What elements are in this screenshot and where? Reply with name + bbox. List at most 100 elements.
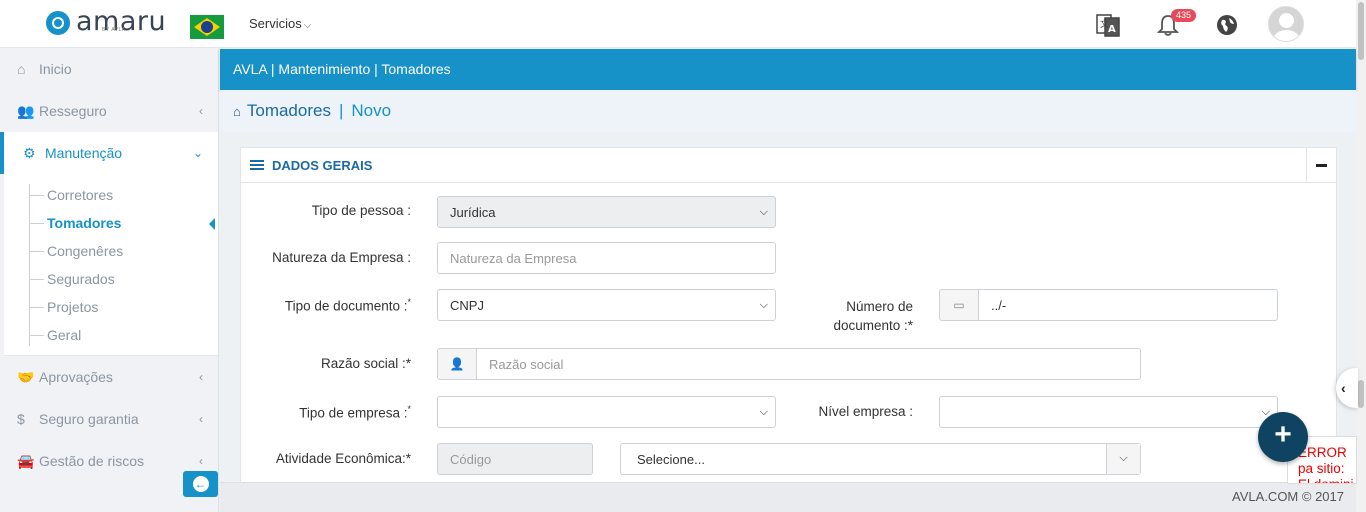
- chevron-left-icon: ‹: [199, 370, 203, 384]
- notification-badge: 435: [1171, 9, 1197, 22]
- atividade-select[interactable]: Selecione... ⌵: [620, 443, 1141, 475]
- sidebar-item-manutencao[interactable]: ⚙ Manutenção ⌄: [0, 132, 218, 174]
- tipo-documento-label-text: Tipo de documento :: [284, 298, 408, 314]
- sidebar-item-label: Resseguro: [39, 103, 107, 119]
- tipo-empresa-select[interactable]: ⌵: [437, 396, 776, 428]
- gear-icon: ⚙: [23, 144, 36, 161]
- submenu-item-label: Corretores: [47, 187, 114, 203]
- chevron-down-icon: ⌵: [759, 299, 768, 311]
- list-icon: [250, 158, 264, 172]
- submenu-item-label: Tomadores: [47, 215, 122, 231]
- title-separator: |: [338, 101, 344, 120]
- page-title: ⌂ Tomadores | Novo: [220, 90, 1356, 132]
- submenu-item-corretores[interactable]: Corretores: [30, 181, 113, 209]
- sidebar-item-seguro-garantia[interactable]: $ Seguro garantia ‹: [0, 398, 218, 440]
- submenu-item-label: Projetos: [47, 299, 99, 315]
- tipo-pessoa-select[interactable]: Jurídica ⌵: [437, 196, 776, 228]
- sidebar-item-label: Manutenção: [45, 145, 123, 161]
- handshake-icon: 🤝: [17, 368, 35, 385]
- sidebar-item-label: Seguro garantia: [39, 411, 139, 427]
- numero-documento-input[interactable]: ../-: [978, 289, 1278, 321]
- tipo-documento-select[interactable]: CNPJ ⌵: [437, 289, 776, 321]
- translate-icon[interactable]: 文 A: [1095, 12, 1121, 38]
- submenu-item-label: Segurados: [47, 271, 115, 287]
- breadcrumb: AVLA | Mantenimiento | Tomadores: [220, 49, 1356, 90]
- tipo-documento-value: CNPJ: [450, 297, 484, 313]
- dollar-icon: $: [17, 411, 25, 427]
- card-icon: ▭: [939, 289, 979, 321]
- card-header: DADOS GERAIS: [241, 148, 1336, 183]
- tipo-pessoa-value: Jurídica: [450, 204, 496, 220]
- top-bar: amaru BY AVLA Servicios ⌵ 文 A 435: [0, 0, 1356, 48]
- tipo-pessoa-label: Tipo de pessoa :: [311, 203, 411, 218]
- user-avatar[interactable]: [1268, 6, 1304, 42]
- sidebar-item-label: Aprovações: [39, 369, 113, 385]
- natureza-placeholder: Natureza da Empresa: [450, 250, 577, 266]
- atividade-economica-label: Atividade Econômica:*: [275, 451, 411, 466]
- natureza-label: Natureza da Empresa :: [272, 250, 411, 265]
- chevron-left-icon: ‹: [199, 454, 203, 468]
- selecione-text: Selecione...: [637, 451, 705, 467]
- numero-documento-label: Número de documento :*: [800, 297, 913, 335]
- nivel-empresa-select[interactable]: ⌵: [939, 396, 1278, 428]
- tipo-empresa-label: Tipo de empresa :*: [250, 404, 411, 421]
- home-icon: ⌂: [17, 61, 26, 77]
- required-mark: *: [407, 297, 411, 307]
- footer: AVLA.COM © 2017: [220, 482, 1356, 512]
- submenu-item-projetos[interactable]: Projetos: [30, 293, 98, 321]
- active-pointer-icon: [209, 218, 215, 230]
- submenu-item-label: Geral: [47, 327, 82, 343]
- page-scrollbar[interactable]: [1356, 0, 1366, 512]
- add-button[interactable]: +: [1258, 412, 1308, 462]
- servicios-menu[interactable]: Servicios ⌵: [249, 16, 311, 31]
- razao-social-input[interactable]: Razão social: [476, 348, 1141, 380]
- sidebar: ⌂ Inicio 👥 Resseguro ‹ ⚙ Manutenção ⌄ Correto…: [0, 48, 219, 512]
- chevron-down-icon: ⌵: [759, 206, 768, 218]
- home-icon: ⌂: [233, 103, 241, 119]
- submenu-item-tomadores[interactable]: Tomadores: [30, 209, 121, 237]
- car-icon: 🚘: [17, 452, 35, 469]
- collapse-sidebar-button[interactable]: ←: [183, 471, 218, 497]
- natureza-input[interactable]: Natureza da Empresa: [437, 242, 776, 274]
- tipo-documento-label: Tipo de documento :*: [250, 297, 411, 314]
- users-icon: 👥: [17, 102, 35, 119]
- logo-subtitle: BY AVLA: [102, 27, 126, 33]
- codigo-input[interactable]: Código: [437, 443, 593, 475]
- amaru-logo[interactable]: amaru: [42, 8, 166, 38]
- chevron-down-icon: ⌵: [759, 406, 768, 418]
- numero-documento-value: ../-: [991, 297, 1007, 313]
- codigo-placeholder: Código: [450, 451, 492, 467]
- card-title: DADOS GERAIS: [272, 157, 373, 173]
- sidebar-item-label: Inicio: [39, 61, 72, 77]
- page-title-text[interactable]: Tomadores: [247, 101, 331, 121]
- user-icon: 👤: [437, 348, 477, 380]
- arrow-left-circle-icon: ←: [192, 476, 209, 492]
- sidebar-item-aprovacoes[interactable]: 🤝 Aprovações ‹: [0, 356, 218, 398]
- razao-social-label: Razão social :*: [320, 356, 411, 371]
- nivel-empresa-label: Nível empresa :: [818, 404, 913, 419]
- globe-icon[interactable]: [1214, 12, 1240, 38]
- chevron-down-icon: ⌵: [303, 20, 312, 31]
- brazil-flag-icon[interactable]: [190, 15, 224, 39]
- collapse-card-button[interactable]: [1306, 148, 1336, 183]
- numero-documento-label-line1: Número de: [846, 299, 913, 314]
- manutencao-submenu: Corretores Tomadores Congenêres Segurado…: [4, 174, 218, 356]
- submenu-item-congeneres[interactable]: Congenêres: [30, 237, 123, 265]
- submenu-item-segurados[interactable]: Segurados: [30, 265, 115, 293]
- required-mark: *: [407, 404, 411, 414]
- sidebar-item-inicio[interactable]: ⌂ Inicio: [0, 48, 218, 90]
- svg-text:A: A: [1108, 24, 1116, 35]
- page-subtitle: Novo: [351, 101, 392, 120]
- logo-mark-icon: [42, 8, 76, 38]
- sidebar-item-resseguro[interactable]: 👥 Resseguro ‹: [0, 90, 218, 132]
- servicios-label: Servicios: [249, 16, 302, 31]
- razao-social-placeholder: Razão social: [489, 356, 564, 372]
- submenu-item-geral[interactable]: Geral: [30, 321, 81, 349]
- tipo-empresa-label-text: Tipo de empresa :: [299, 405, 408, 421]
- chevron-down-icon[interactable]: ⌵: [1106, 444, 1140, 474]
- chevron-left-icon: ‹: [199, 104, 203, 118]
- submenu-item-label: Congenêres: [47, 243, 124, 259]
- chevron-down-icon: ⌄: [192, 146, 203, 160]
- sidebar-item-label: Gestão de riscos: [39, 453, 145, 469]
- chevron-left-icon: ‹: [199, 412, 203, 426]
